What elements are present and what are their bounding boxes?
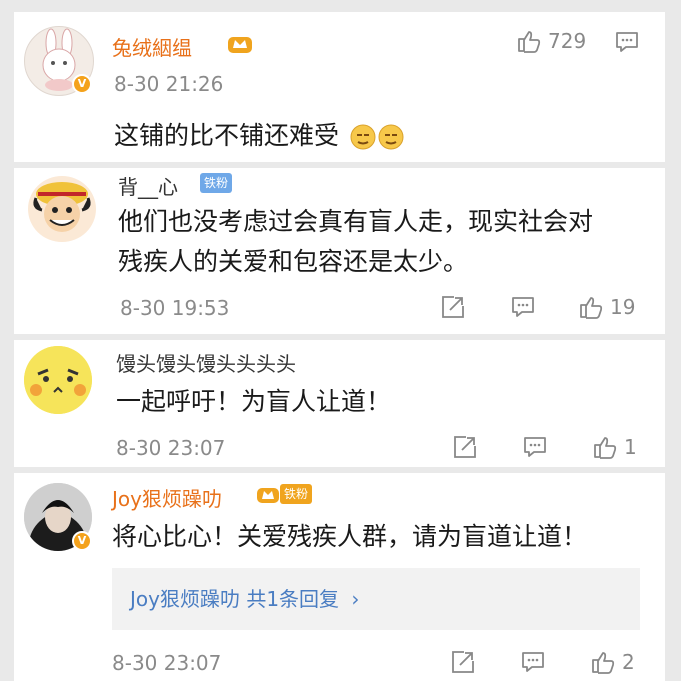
like-count: 729 xyxy=(548,29,587,53)
thumbs-up-icon xyxy=(592,652,615,674)
comment-time: 8-30 23:07 xyxy=(116,436,226,460)
verified-badge-icon: V xyxy=(72,74,92,94)
comment-text-line: 残疾人的关爱和包容还是太少。 xyxy=(118,247,469,276)
verified-badge-icon: V xyxy=(72,531,92,551)
comment-icon xyxy=(522,652,544,672)
comment-button[interactable] xyxy=(522,435,548,459)
comment-icon xyxy=(616,32,638,52)
thumbs-up-icon xyxy=(518,31,541,53)
thumbs-up-icon xyxy=(594,437,617,459)
comment-card: V Joy狠烦躁叻 铁粉 将心比心！关爱残疾人群，请为盲道让道！ Joy狠烦躁叻… xyxy=(14,473,665,681)
comment-text-line: 他们也没考虑过会真有盲人走，现实社会对 xyxy=(118,207,594,236)
like-button[interactable]: 729 xyxy=(516,28,586,54)
comment-time: 8-30 21:26 xyxy=(114,72,224,96)
comment-card: 馒头馒头馒头头头头 一起呼吁！为盲人让道！ 8-30 23:07 1 xyxy=(14,340,665,467)
repost-icon xyxy=(452,651,474,673)
username[interactable]: 背__心 xyxy=(118,171,178,200)
repost-button[interactable] xyxy=(440,294,466,320)
reply-summary-text: Joy狠烦躁叻 共1条回复 xyxy=(130,587,340,611)
comment-text: 一起呼吁！为盲人让道！ xyxy=(116,387,392,416)
thumbs-up-icon xyxy=(580,297,603,319)
avatar[interactable] xyxy=(24,346,92,414)
comment-text: 他们也没考虑过会真有盲人走，现实社会对 残疾人的关爱和包容还是太少。 xyxy=(118,202,593,282)
like-count: 1 xyxy=(624,435,637,459)
username[interactable]: 兔绒絪缊 xyxy=(112,32,192,61)
username[interactable]: Joy狠烦躁叻 xyxy=(112,483,222,512)
comment-card: V 兔绒絪缊 8-30 21:26 这铺的比不铺还难受 729 xyxy=(14,12,665,162)
like-button[interactable]: 1 xyxy=(592,434,637,460)
fan-badge: 铁粉 xyxy=(200,173,233,193)
username[interactable]: 馒头馒头馒头头头头 xyxy=(116,348,296,377)
comment-button[interactable] xyxy=(520,650,546,674)
comment-text: 这铺的比不铺还难受 xyxy=(114,116,405,156)
like-button[interactable]: 2 xyxy=(590,649,635,675)
comment-text: 将心比心！关爱残疾人群，请为盲道让道！ xyxy=(112,522,588,551)
vip-crown-icon xyxy=(256,483,280,505)
like-count: 19 xyxy=(610,295,636,319)
repost-button[interactable] xyxy=(450,649,476,675)
repost-icon xyxy=(442,296,464,318)
reply-summary[interactable]: Joy狠烦躁叻 共1条回复 › xyxy=(112,568,640,630)
repost-icon xyxy=(454,436,476,458)
comment-card: 背__心 铁粉 他们也没考虑过会真有盲人走，现实社会对 残疾人的关爱和包容还是太… xyxy=(14,168,665,334)
comment-text-content: 这铺的比不铺还难受 xyxy=(114,121,340,150)
sweat-smile-emoji-icon xyxy=(349,123,377,151)
comment-icon xyxy=(524,437,546,457)
comment-time: 8-30 23:07 xyxy=(112,651,222,675)
like-count: 2 xyxy=(622,650,635,674)
fan-badge: 铁粉 xyxy=(280,484,313,504)
chevron-right-icon: › xyxy=(351,587,360,611)
sweat-smile-emoji-icon xyxy=(377,123,405,151)
vip-crown-icon xyxy=(226,31,254,55)
like-button[interactable]: 19 xyxy=(578,294,635,320)
comment-time: 8-30 19:53 xyxy=(120,296,230,320)
avatar[interactable] xyxy=(28,176,96,242)
comment-button[interactable] xyxy=(614,30,640,54)
comment-button[interactable] xyxy=(510,295,536,319)
repost-button[interactable] xyxy=(452,434,478,460)
comment-icon xyxy=(512,297,534,317)
